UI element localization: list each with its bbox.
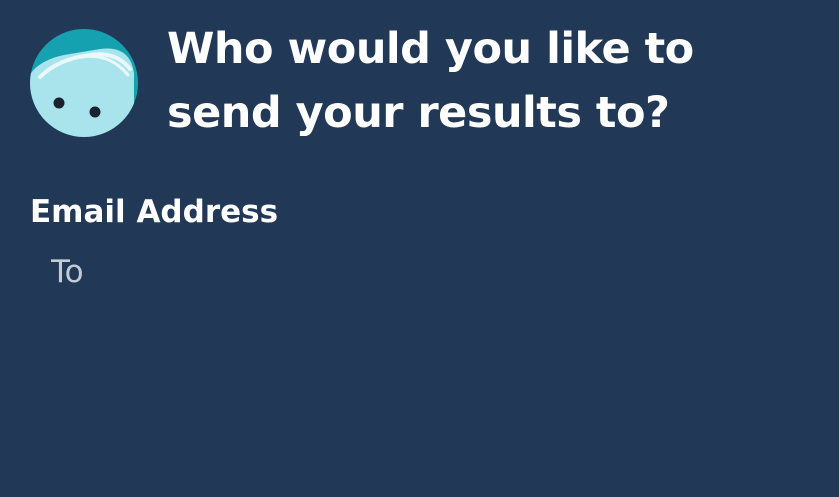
mascot-avatar-icon — [30, 29, 138, 137]
email-address-label: Email Address — [30, 194, 279, 230]
page-title-line-2: send your results to? — [167, 88, 670, 138]
page-title: Who would you like to send your results … — [167, 17, 827, 145]
page-title-line-1: Who would you like to — [167, 24, 694, 74]
email-to-input[interactable] — [30, 244, 820, 300]
mascot-icon-graphic — [30, 29, 138, 137]
